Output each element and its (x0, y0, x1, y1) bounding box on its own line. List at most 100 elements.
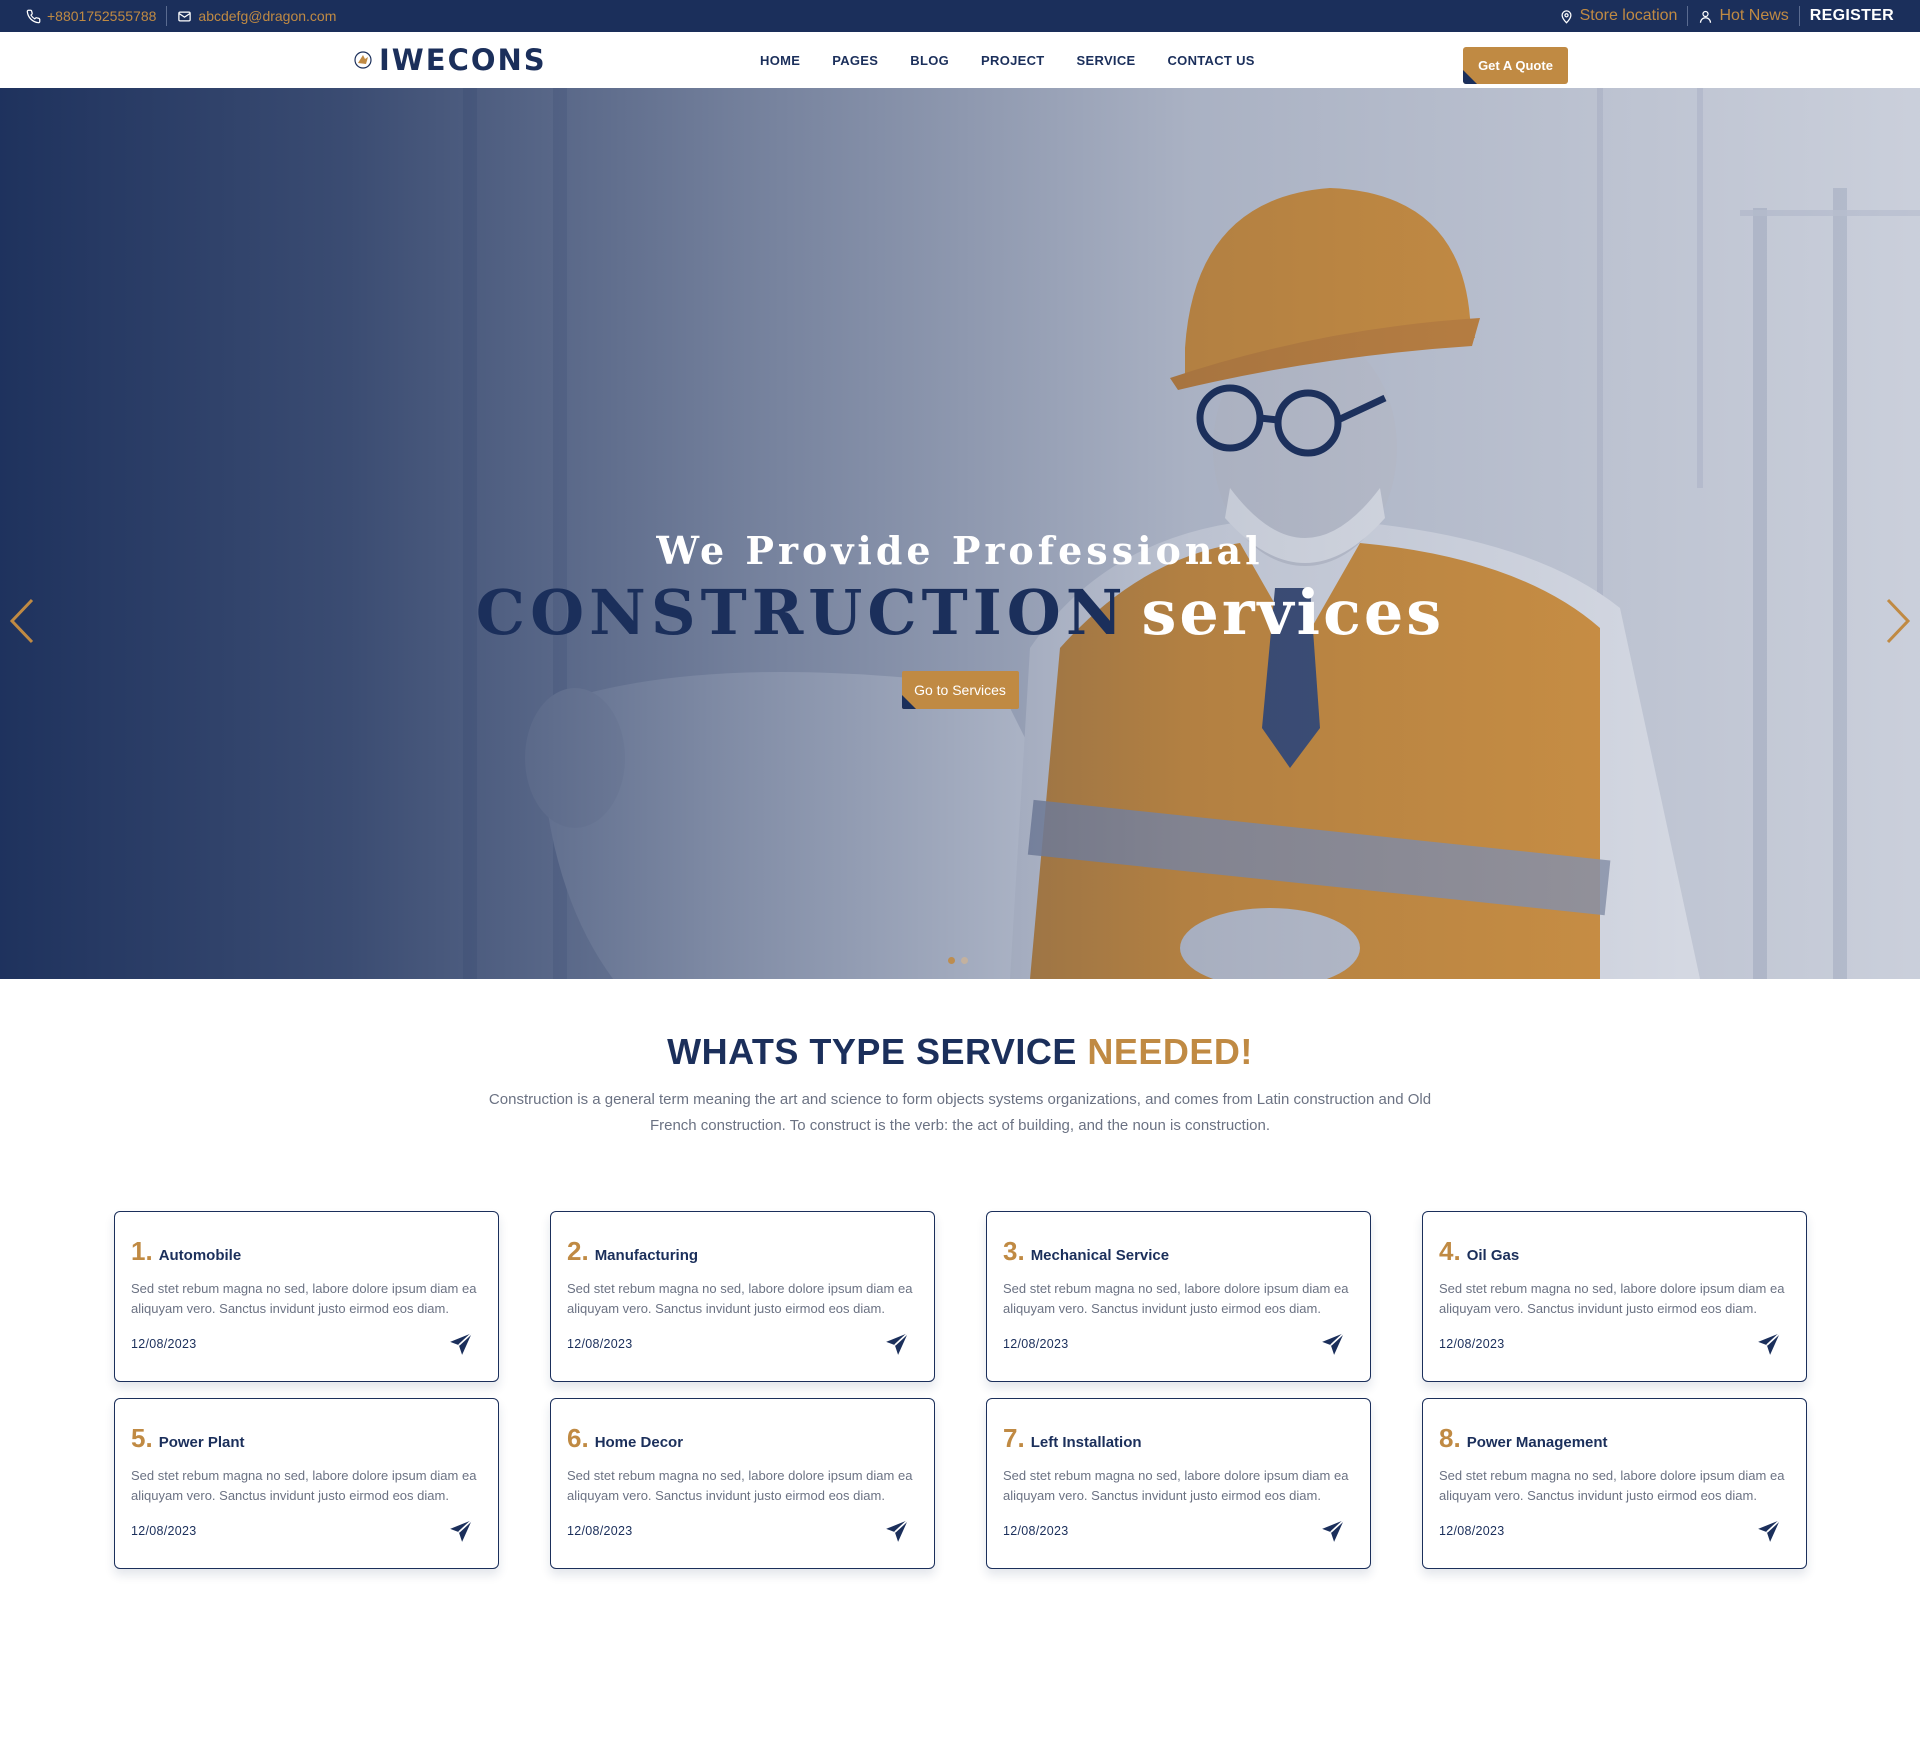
service-card-text: Sed stet rebum magna no sed, labore dolo… (567, 1281, 913, 1316)
chevron-left-icon (9, 598, 34, 644)
service-card-date: 12/08/2023 (567, 1524, 633, 1538)
service-card[interactable]: 7. Left Installation Sed stet rebum magna … (986, 1398, 1371, 1569)
store-location-label: Store location (1579, 7, 1678, 24)
services-title-accent: NEEDED! (1087, 1031, 1253, 1072)
paper-plane-icon[interactable] (884, 1331, 910, 1357)
service-card-number: 7. (1003, 1423, 1025, 1453)
nav-home[interactable]: HOME (744, 53, 816, 68)
slider-dots (948, 957, 968, 964)
logo-mark-icon (354, 51, 372, 69)
service-card-title: 5. Power Plant (131, 1423, 482, 1454)
services-title-main: WHATS TYPE SERVICE (667, 1031, 1077, 1072)
phone-link[interactable]: +8801752555788 (16, 0, 166, 32)
service-card-name: Home Decor (594, 1434, 684, 1451)
get-a-quote-button[interactable]: Get A Quote (1463, 47, 1568, 84)
service-card[interactable]: 4. Oil Gas Sed stet rebum magna no sed, la… (1422, 1211, 1807, 1382)
register-link[interactable]: REGISTER (1800, 0, 1904, 32)
hero-title: CONSTRUCTION services (0, 576, 1920, 649)
nav-blog[interactable]: BLOG (894, 53, 965, 68)
paper-plane-icon[interactable] (1756, 1331, 1782, 1357)
services-section-header: WHATS TYPE SERVICE NEEDED! Construction … (0, 979, 1920, 1139)
service-card[interactable]: 8. Power Management Sed stet rebum magna n… (1422, 1398, 1807, 1569)
hero-title-dark: CONSTRUCTION (475, 576, 1128, 649)
hot-news-link[interactable]: Hot News (1688, 0, 1798, 32)
store-location-link[interactable]: Store location (1549, 0, 1688, 32)
hero-content: We Provide Professional CONSTRUCTION serv… (0, 528, 1920, 710)
service-card-number: 1. (131, 1236, 153, 1266)
main-header: IWECONS HOME PAGES BLOG PROJECT SERVICE … (0, 32, 1920, 88)
slider-prev-button[interactable] (8, 598, 38, 644)
service-card-title: 2. Manufacturing (567, 1236, 918, 1267)
service-card-date: 12/08/2023 (131, 1337, 197, 1351)
chevron-right-icon (1886, 598, 1911, 644)
paper-plane-icon[interactable] (1320, 1331, 1346, 1357)
main-nav: HOME PAGES BLOG PROJECT SERVICE CONTACT … (744, 32, 1271, 88)
service-card-date: 12/08/2023 (1439, 1524, 1505, 1538)
phone-icon (26, 9, 41, 23)
service-card-title: 7. Left Installation (1003, 1423, 1354, 1454)
nav-service[interactable]: SERVICE (1061, 53, 1152, 68)
service-card-text: Sed stet rebum magna no sed, labore dolo… (131, 1281, 477, 1316)
slider-next-button[interactable] (1882, 598, 1912, 644)
service-card[interactable]: 2. Manufacturing Sed stet rebum magna no s… (550, 1211, 935, 1382)
service-card-text: Sed stet rebum magna no sed, labore dolo… (1439, 1468, 1785, 1503)
service-card-date: 12/08/2023 (131, 1524, 197, 1538)
service-card-name: Manufacturing (594, 1247, 699, 1264)
nav-project[interactable]: PROJECT (965, 53, 1061, 68)
go-to-services-button[interactable]: Go to Services (901, 671, 1019, 710)
top-bar-contacts: +8801752555788 abcdefg@dragon.com (16, 0, 346, 32)
service-card-date: 12/08/2023 (1003, 1524, 1069, 1538)
service-card[interactable]: 3. Mechanical Service Sed stet rebum magna… (986, 1211, 1371, 1382)
top-bar: +8801752555788 abcdefg@dragon.com Store … (0, 0, 1920, 32)
service-card-name: Oil Gas (1466, 1247, 1520, 1264)
hero-slider: We Provide Professional CONSTRUCTION serv… (0, 88, 1920, 979)
user-icon (1700, 10, 1712, 23)
service-card-number: 6. (567, 1423, 589, 1453)
service-card-name: Power Management (1466, 1434, 1608, 1451)
map-pin-icon (1561, 9, 1572, 24)
paper-plane-icon[interactable] (448, 1331, 474, 1357)
service-card-name: Power Plant (158, 1434, 245, 1451)
service-card-text: Sed stet rebum magna no sed, labore dolo… (567, 1468, 913, 1503)
service-card-date: 12/08/2023 (567, 1337, 633, 1351)
hero-subtitle: We Provide Professional (656, 528, 1264, 573)
services-description: Construction is a general term meaning t… (488, 1091, 1432, 1134)
paper-plane-icon[interactable] (1320, 1518, 1346, 1544)
email-link[interactable]: abcdefg@dragon.com (167, 0, 346, 32)
service-card-title: 8. Power Management (1439, 1423, 1790, 1454)
service-card-text: Sed stet rebum magna no sed, labore dolo… (1439, 1281, 1785, 1316)
top-bar-links: Store location Hot News REGISTER (1549, 0, 1904, 32)
site-logo[interactable]: IWECONS (353, 43, 547, 77)
service-card-number: 8. (1439, 1423, 1461, 1453)
mail-icon (178, 11, 192, 21)
service-card-title: 4. Oil Gas (1439, 1236, 1790, 1267)
service-card-date: 12/08/2023 (1439, 1337, 1505, 1351)
service-card-text: Sed stet rebum magna no sed, labore dolo… (1003, 1468, 1349, 1503)
service-card[interactable]: 6. Home Decor Sed stet rebum magna no sed,… (550, 1398, 935, 1569)
service-card-date: 12/08/2023 (1003, 1337, 1069, 1351)
email-address: abcdefg@dragon.com (198, 8, 337, 24)
hot-news-label: Hot News (1719, 7, 1789, 24)
service-card-number: 2. (567, 1236, 589, 1266)
service-card[interactable]: 5. Power Plant Sed stet rebum magna no sed… (114, 1398, 499, 1569)
service-card-number: 5. (131, 1423, 153, 1453)
service-card-name: Left Installation (1030, 1434, 1142, 1451)
slider-dot-1[interactable] (948, 957, 955, 964)
nav-pages[interactable]: PAGES (816, 53, 894, 68)
service-card-name: Automobile (158, 1247, 242, 1264)
service-card[interactable]: 1. Automobile Sed stet rebum magna no sed,… (114, 1211, 499, 1382)
service-card-text: Sed stet rebum magna no sed, labore dolo… (131, 1468, 477, 1503)
paper-plane-icon[interactable] (1756, 1518, 1782, 1544)
service-card-name: Mechanical Service (1030, 1247, 1170, 1264)
service-card-text: Sed stet rebum magna no sed, labore dolo… (1003, 1281, 1349, 1316)
service-cards-grid: 1. Automobile Sed stet rebum magna no sed,… (114, 1211, 1807, 1569)
nav-contact-us[interactable]: CONTACT US (1151, 53, 1270, 68)
phone-number: +8801752555788 (47, 8, 157, 24)
service-card-title: 3. Mechanical Service (1003, 1236, 1354, 1267)
paper-plane-icon[interactable] (448, 1518, 474, 1544)
logo-text: IWECONS (379, 43, 547, 77)
paper-plane-icon[interactable] (884, 1518, 910, 1544)
hero-title-light: services (1141, 576, 1445, 649)
slider-dot-2[interactable] (961, 957, 968, 964)
service-card-number: 4. (1439, 1236, 1461, 1266)
